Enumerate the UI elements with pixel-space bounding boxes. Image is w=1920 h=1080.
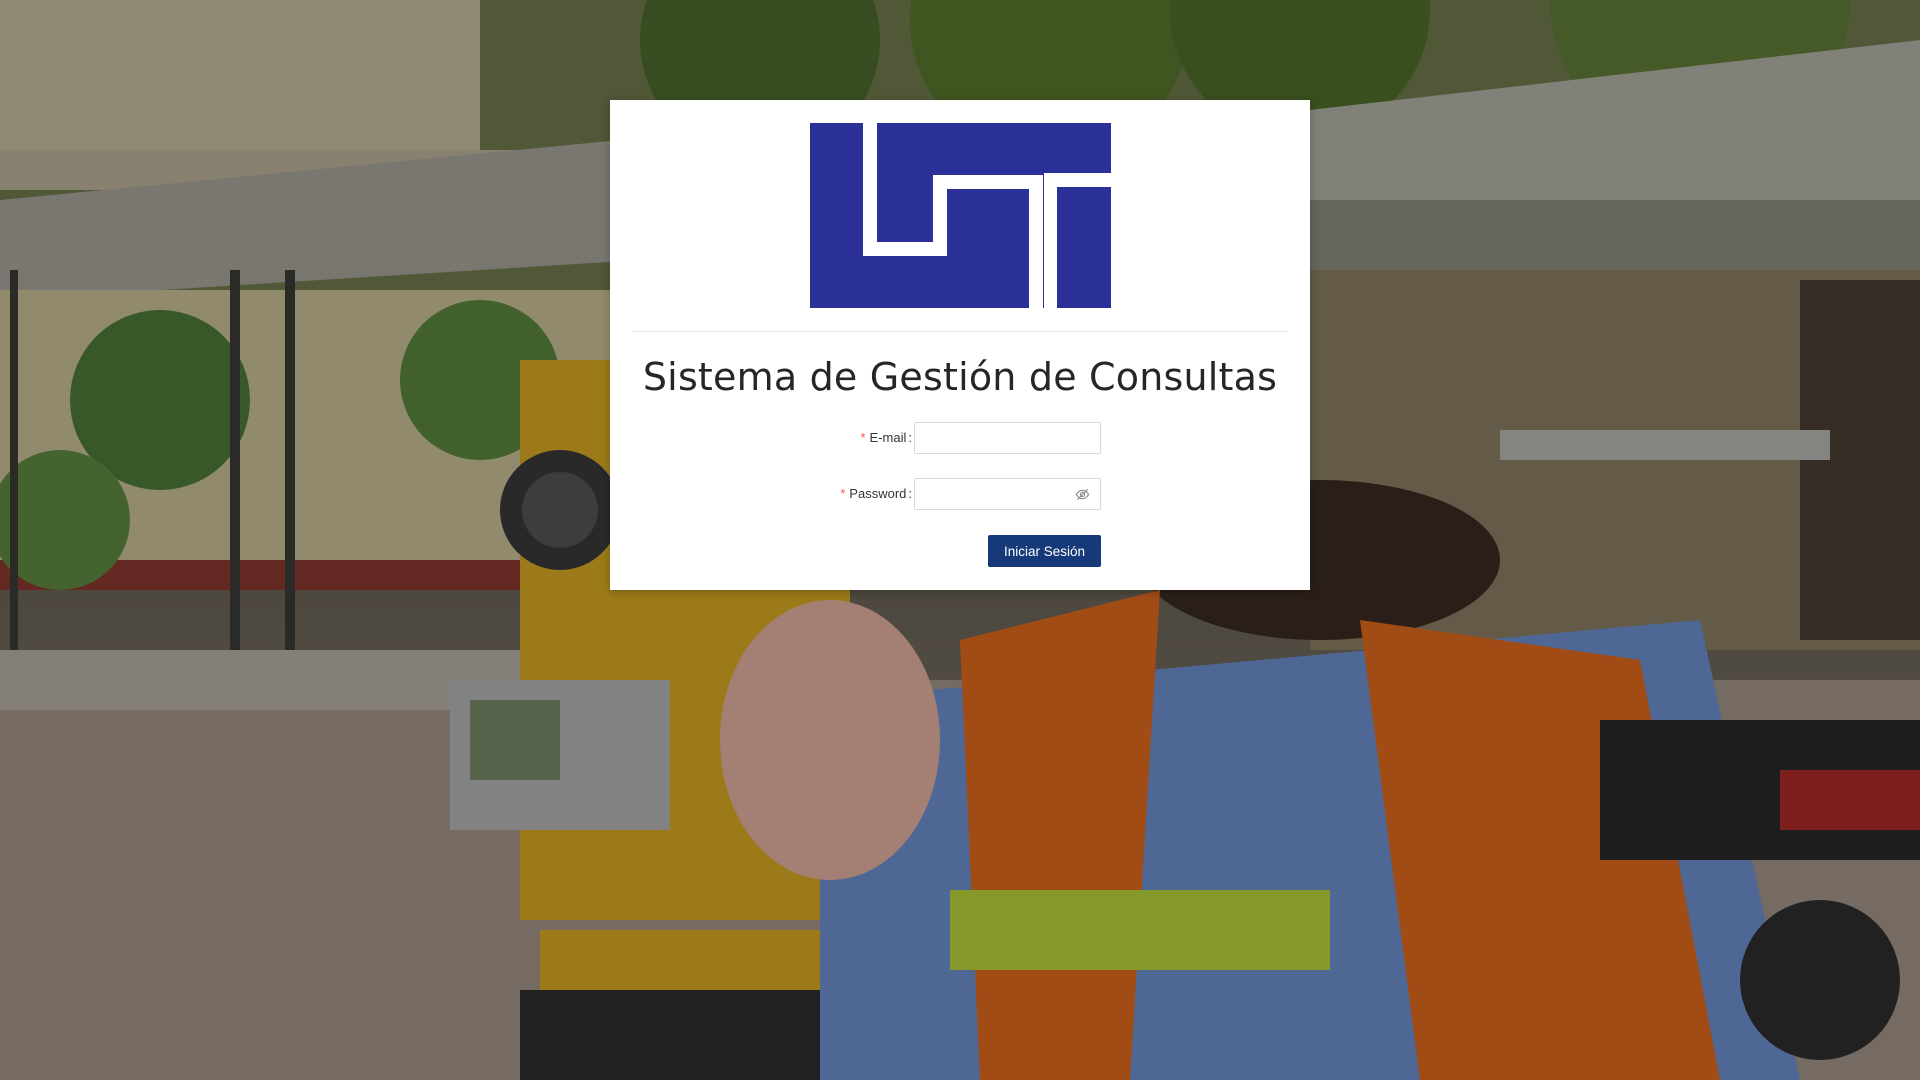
email-label: * E-mail: <box>860 422 912 454</box>
page-title: Sistema de Gestión de Consultas <box>642 355 1278 399</box>
password-required-mark: * <box>840 486 846 501</box>
email-label-container: * E-mail: <box>610 422 912 454</box>
login-card: Sistema de Gestión de Consultas * E-mail:… <box>610 100 1310 590</box>
password-field-box[interactable] <box>914 478 1101 510</box>
email-field-box[interactable] <box>914 422 1101 454</box>
password-label-container: * Password: <box>610 478 912 510</box>
uni-logo-icon <box>810 123 1111 308</box>
email-field[interactable] <box>925 424 1079 454</box>
eye-invisible-icon[interactable] <box>1075 487 1090 502</box>
email-label-colon: : <box>908 430 912 445</box>
login-button[interactable]: Iniciar Sesión <box>988 535 1101 567</box>
password-label-text: Password <box>849 486 907 501</box>
header-divider <box>633 331 1287 332</box>
password-label-colon: : <box>908 486 912 501</box>
email-required-mark: * <box>860 430 866 445</box>
logo-area <box>610 100 1310 332</box>
password-label: * Password: <box>840 478 912 510</box>
email-label-text: E-mail <box>869 430 907 445</box>
password-field[interactable] <box>925 480 1059 510</box>
